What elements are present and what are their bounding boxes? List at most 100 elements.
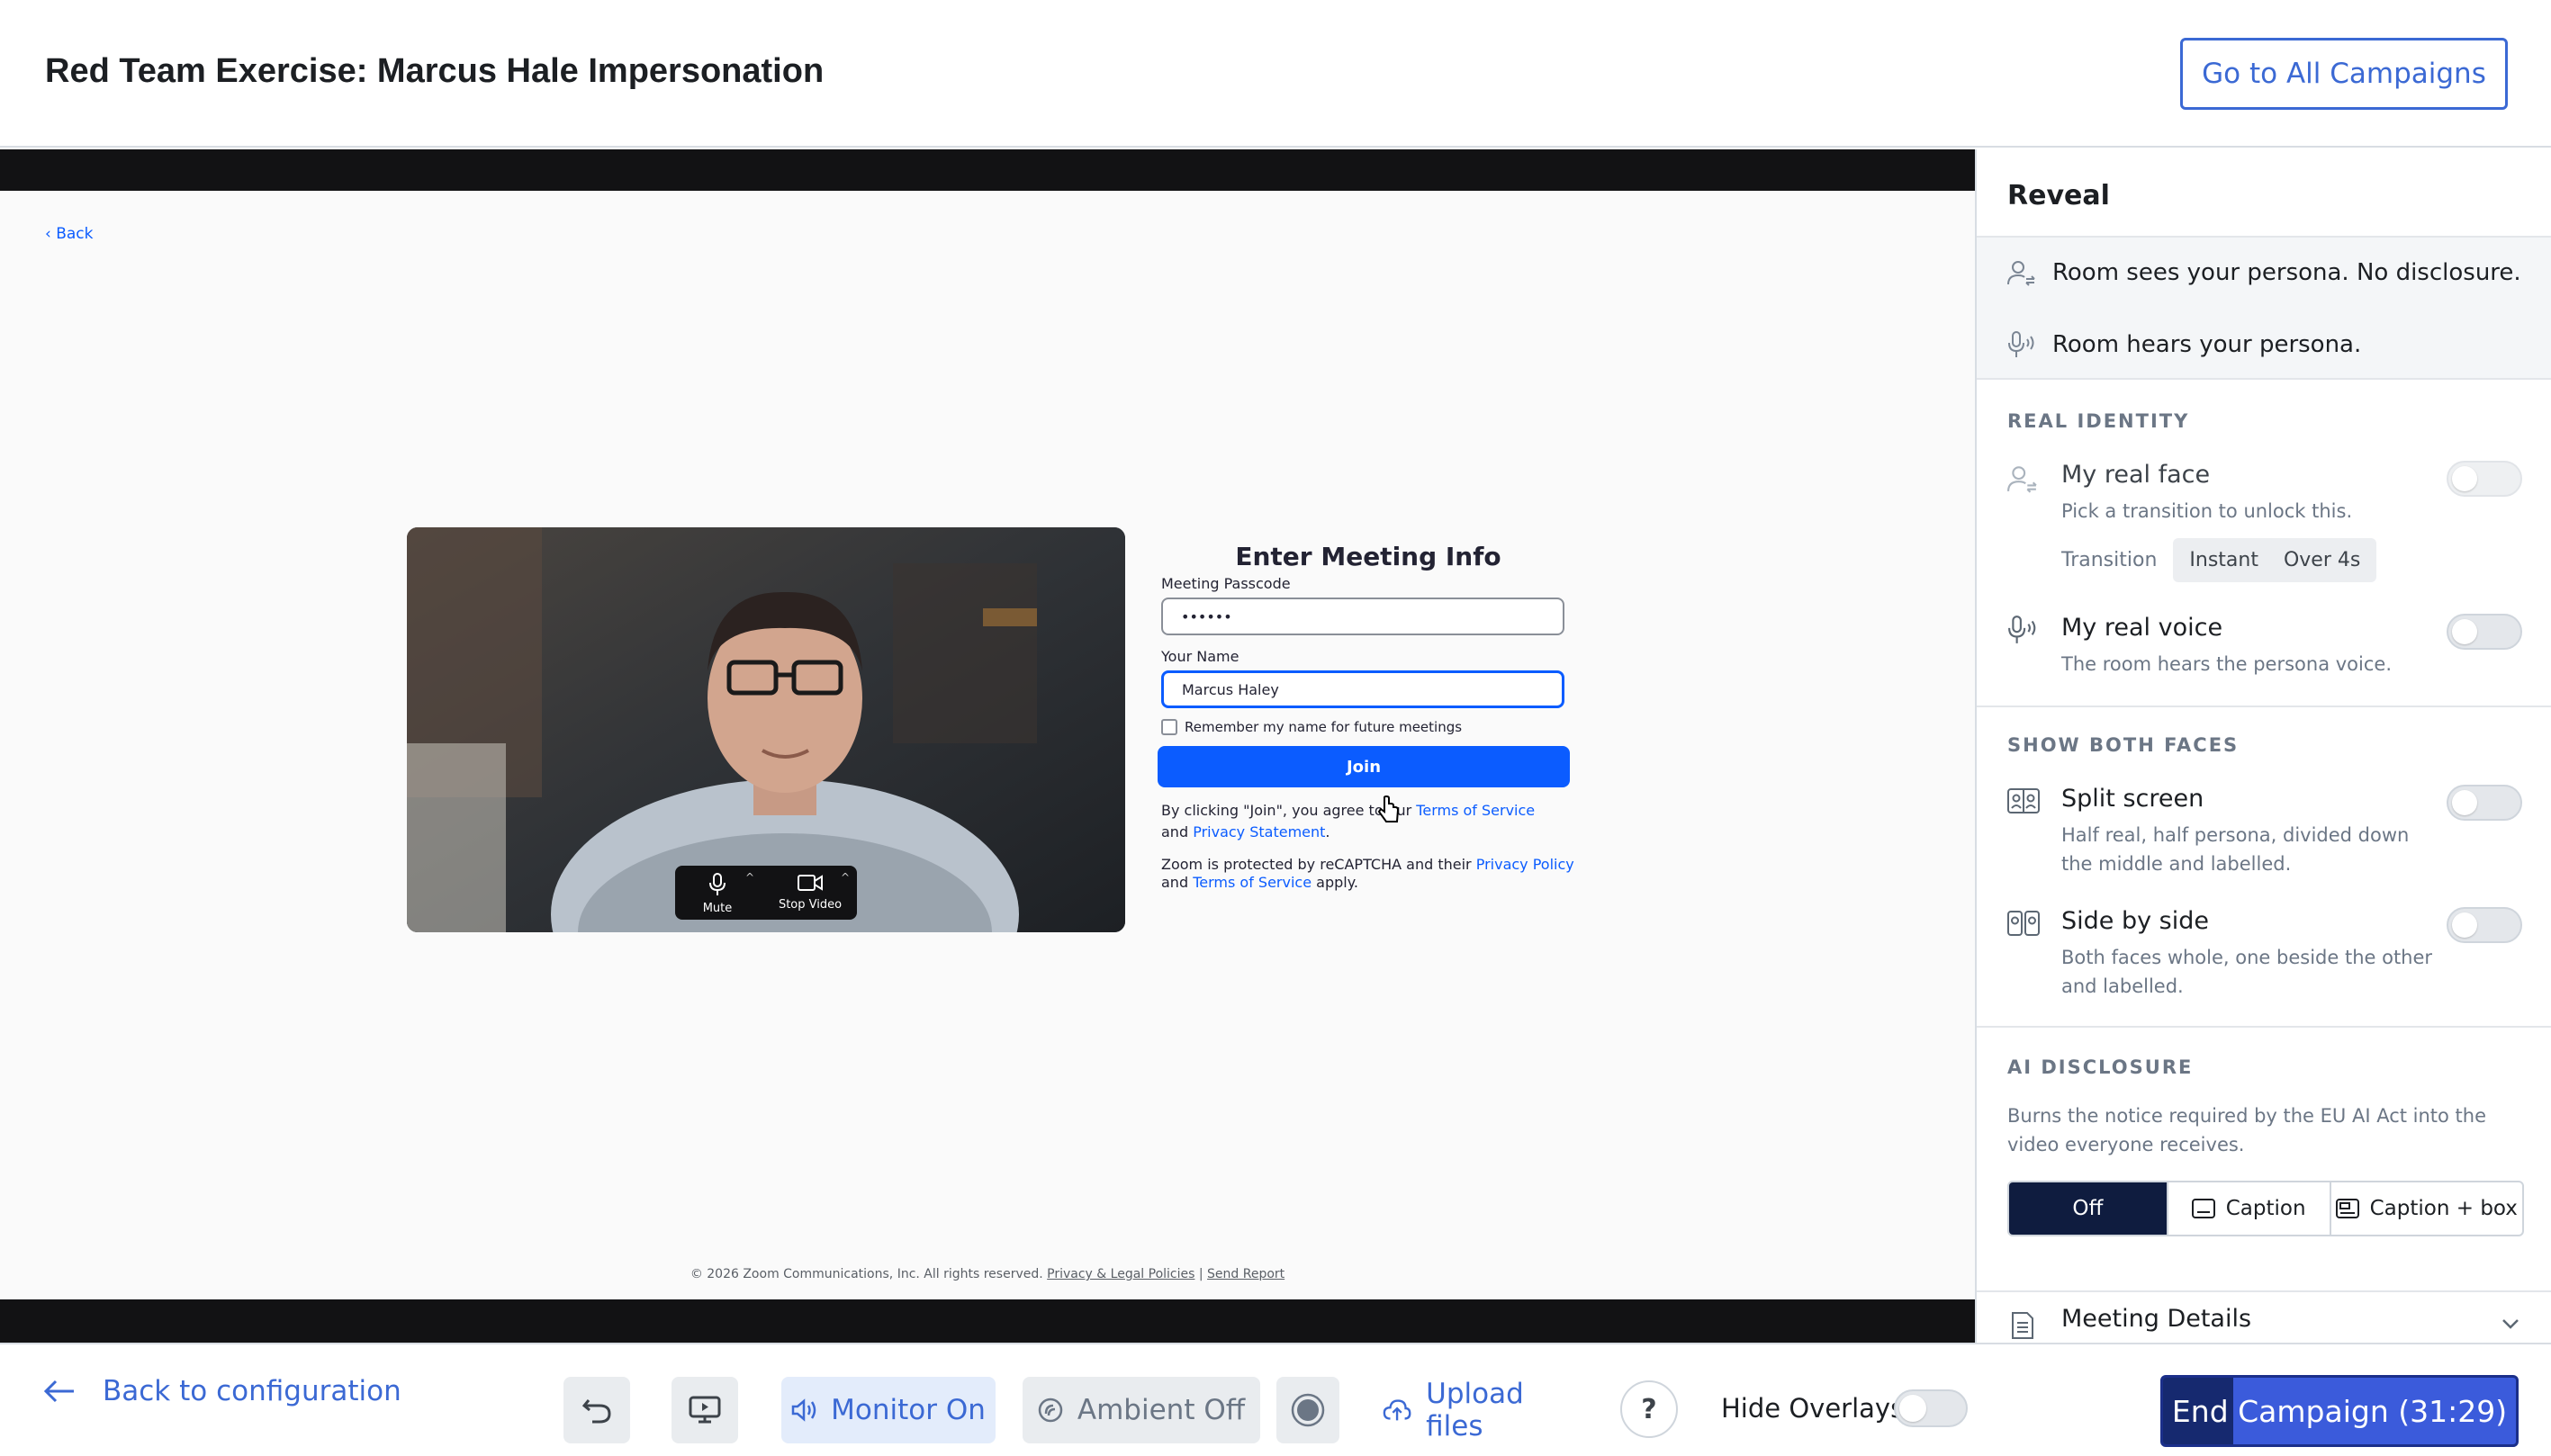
- hide-overlays-toggle[interactable]: [1894, 1389, 1968, 1427]
- remember-label: Remember my name for future meetings: [1185, 719, 1463, 735]
- back-to-configuration-button[interactable]: Back to configuration: [43, 1375, 401, 1407]
- end-campaign-button[interactable]: End Campaign (31:29): [2160, 1375, 2519, 1447]
- side-by-side-desc: Both faces whole, one beside the other a…: [2061, 947, 2433, 997]
- arrow-left-icon: [43, 1380, 74, 1403]
- send-report-link[interactable]: Send Report: [1207, 1267, 1285, 1281]
- real-face-title: My real face: [2061, 461, 2211, 489]
- terms-link-2[interactable]: Terms of Service: [1193, 874, 1312, 891]
- split-screen-toggle[interactable]: [2447, 785, 2522, 821]
- stop-video-button[interactable]: Stop Video: [772, 873, 848, 912]
- form-title: Enter Meeting Info: [1235, 542, 1501, 571]
- chevron-down-icon[interactable]: [2501, 1317, 2520, 1330]
- copyright-text: © 2026 Zoom Communications, Inc. All rig…: [690, 1267, 1043, 1281]
- recaptcha-apply: apply.: [1316, 874, 1358, 891]
- status-persona-text: Room sees your persona. No disclosure.: [2052, 259, 2521, 286]
- stop-video-label: Stop Video: [778, 898, 843, 912]
- recaptcha-prefix: Zoom is protected by reCAPTCHA and their: [1161, 856, 1472, 873]
- privacy-statement-link[interactable]: Privacy Statement: [1193, 823, 1325, 840]
- ai-option-caption-label: Caption: [2225, 1197, 2306, 1220]
- terms-link[interactable]: Terms of Service: [1416, 802, 1535, 819]
- monitor-toggle-button[interactable]: Monitor On: [781, 1377, 996, 1443]
- go-to-campaigns-button[interactable]: Go to All Campaigns: [2180, 38, 2508, 110]
- split-screen-title: Split screen: [2061, 785, 2204, 813]
- monitor-label: Monitor On: [831, 1394, 986, 1426]
- upload-files-label: Upload files: [1426, 1378, 1524, 1443]
- chevron-left-icon: ‹: [45, 225, 51, 243]
- mute-label: Mute: [702, 902, 733, 915]
- meeting-info-form: Enter Meeting Info Meeting Passcode ••••…: [1158, 527, 1575, 892]
- user-swap-icon: [2007, 466, 2037, 493]
- footer-separator: |: [1198, 1267, 1203, 1281]
- user-swap-icon: [2007, 261, 2035, 286]
- undo-icon: [581, 1399, 611, 1424]
- transition-row: Transition Instant Over 4s: [2061, 538, 2377, 582]
- ai-option-caption[interactable]: Caption: [2168, 1182, 2331, 1235]
- side-by-side-icon: [2007, 911, 2040, 936]
- cloud-upload-icon: [1383, 1399, 1411, 1421]
- reveal-panel: Reveal Room sees your persona. No disclo…: [1975, 149, 2551, 1343]
- ai-option-caption-box-label: Caption + box: [2369, 1197, 2518, 1220]
- real-voice-toggle[interactable]: [2447, 614, 2522, 650]
- mute-button[interactable]: Mute: [691, 873, 744, 915]
- status-persona-visual: Room sees your persona. No disclosure.: [2007, 259, 2521, 286]
- remember-name-row[interactable]: Remember my name for future meetings: [1161, 719, 1575, 735]
- privacy-policy-link[interactable]: Privacy Policy: [1476, 856, 1574, 873]
- ai-disclosure-selector: Off Caption Caption + box: [2007, 1181, 2524, 1236]
- recaptcha-notice: Zoom is protected by reCAPTCHA and their…: [1161, 856, 1575, 892]
- transition-over-4s[interactable]: Over 4s: [2271, 542, 2373, 579]
- real-face-toggle[interactable]: [2447, 461, 2522, 497]
- hide-overlays-label: Hide Overlays: [1721, 1393, 1905, 1424]
- speaker-icon: [791, 1398, 816, 1422]
- terms-and: and: [1161, 823, 1189, 840]
- recaptcha-and: and: [1161, 874, 1189, 891]
- stage-footer: © 2026 Zoom Communications, Inc. All rig…: [0, 1267, 1975, 1281]
- pointer-cursor-icon: [1377, 795, 1400, 822]
- side-by-side-title: Side by side: [2061, 907, 2209, 935]
- side-by-side-toggle[interactable]: [2447, 907, 2522, 943]
- help-button[interactable]: ?: [1620, 1380, 1678, 1438]
- transition-selector: Instant Over 4s: [2173, 538, 2377, 582]
- split-screen-icon: [2007, 788, 2040, 813]
- back-link[interactable]: ‹ Back: [45, 225, 94, 243]
- status-audio-text: Room hears your persona.: [2052, 331, 2362, 358]
- stage-top-bar: [0, 149, 1975, 191]
- monitor-play-icon: [689, 1396, 721, 1424]
- top-bar: Red Team Exercise: Marcus Hale Impersona…: [0, 0, 2551, 148]
- real-identity-heading: REAL IDENTITY: [2007, 410, 2190, 432]
- privacy-legal-link[interactable]: Privacy & Legal Policies: [1047, 1267, 1194, 1281]
- meeting-details-row[interactable]: Meeting Details: [1977, 1290, 2551, 1343]
- video-controls: Mute ^ Stop Video ^: [675, 866, 857, 920]
- caption-icon: [2191, 1199, 2215, 1218]
- ambient-toggle-button[interactable]: Ambient Off: [1023, 1377, 1260, 1443]
- upload-files-button[interactable]: Upload files: [1383, 1377, 1581, 1443]
- record-button[interactable]: [1276, 1377, 1339, 1443]
- ai-option-off[interactable]: Off: [2009, 1182, 2168, 1235]
- undo-button[interactable]: [563, 1377, 630, 1443]
- ai-disclosure-heading: AI DISCLOSURE: [2007, 1056, 2194, 1078]
- microphone-icon: [709, 873, 726, 895]
- reveal-status: Room sees your persona. No disclosure. R…: [1977, 236, 2551, 380]
- end-campaign-label: End Campaign (31:29): [2171, 1393, 2508, 1429]
- transition-label: Transition: [2061, 549, 2158, 571]
- chevron-up-icon[interactable]: ^: [841, 871, 850, 884]
- caption-box-icon: [2335, 1199, 2359, 1218]
- document-icon: [2012, 1312, 2033, 1339]
- name-input[interactable]: Marcus Haley: [1161, 670, 1564, 708]
- passcode-input[interactable]: ••••••: [1161, 598, 1564, 635]
- status-persona-audio: Room hears your persona.: [2007, 331, 2361, 358]
- back-to-configuration-label: Back to configuration: [103, 1375, 401, 1407]
- chevron-up-icon[interactable]: ^: [745, 871, 754, 884]
- present-screen-button[interactable]: [672, 1377, 738, 1443]
- reveal-title: Reveal: [2007, 180, 2110, 211]
- ambient-icon: [1038, 1398, 1063, 1423]
- ai-option-caption-box[interactable]: Caption + box: [2331, 1182, 2523, 1235]
- real-voice-desc: The room hears the persona voice.: [2061, 653, 2392, 675]
- join-button[interactable]: Join: [1158, 746, 1570, 787]
- real-voice-title: My real voice: [2061, 614, 2223, 642]
- remember-checkbox[interactable]: [1161, 719, 1177, 735]
- mic-wave-icon: [2008, 331, 2034, 357]
- name-label: Your Name: [1161, 648, 1239, 665]
- section-divider: [1977, 1026, 2551, 1028]
- transition-instant[interactable]: Instant: [2177, 542, 2271, 579]
- meeting-stage: ‹ Back Mute ^ Stop Video ^ Enter Meeting…: [0, 149, 1975, 1343]
